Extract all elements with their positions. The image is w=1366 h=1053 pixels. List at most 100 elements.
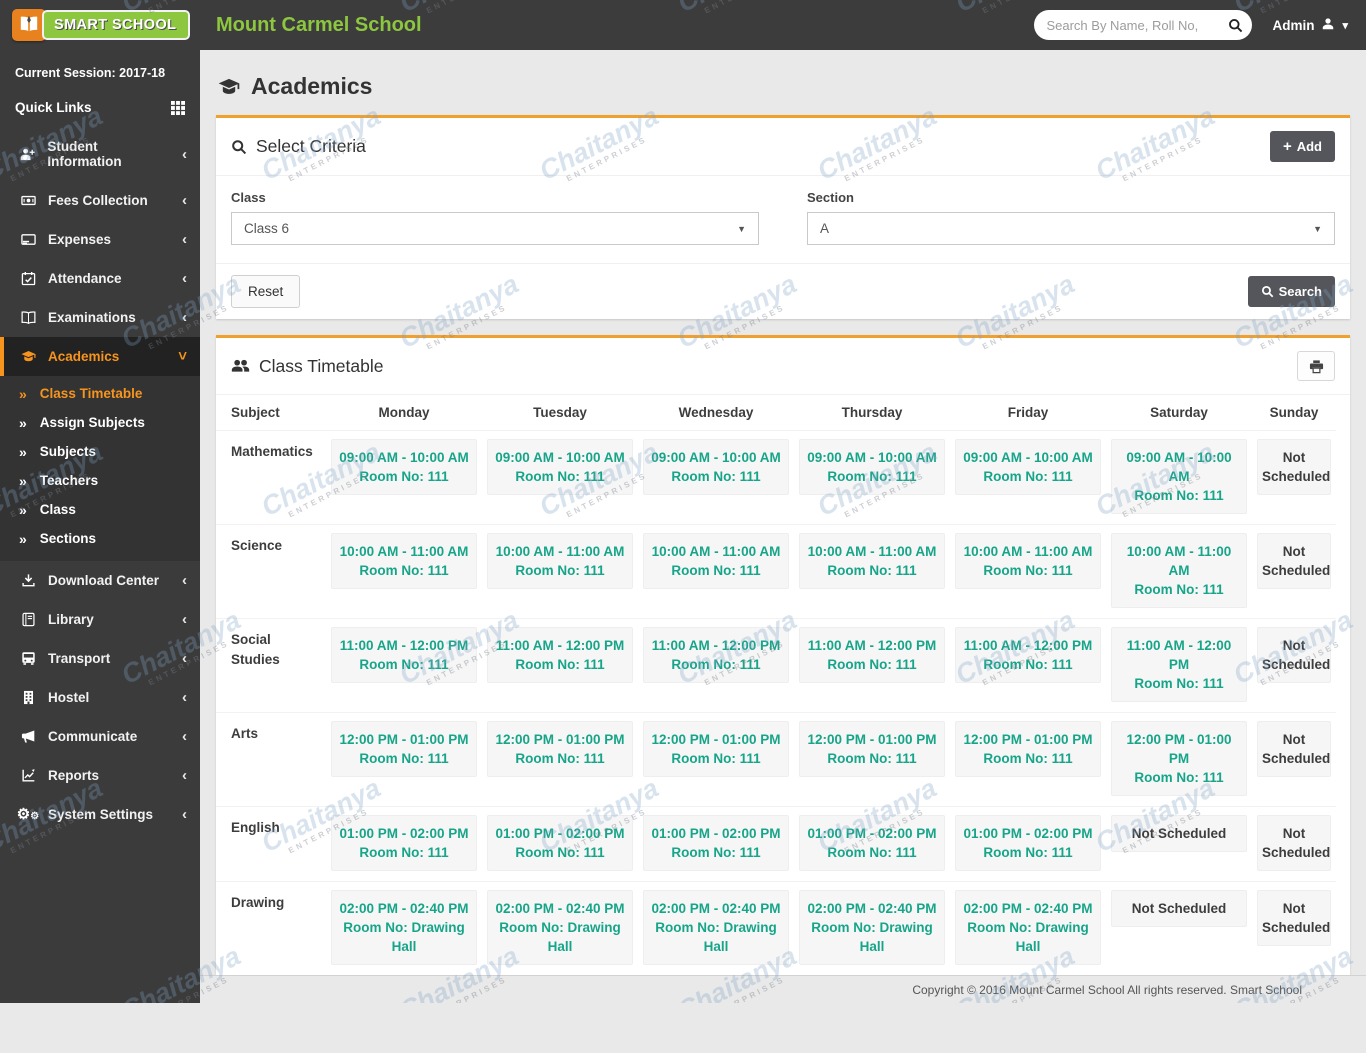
chevron-left-icon: ‹	[182, 573, 187, 588]
section-label: Section	[807, 190, 1335, 205]
chevron-left-icon: ‹	[182, 768, 187, 783]
sidebar-item-attendance[interactable]: Attendance‹	[0, 259, 200, 298]
sidebar-item-label: Hostel	[48, 690, 89, 705]
slot-room: Room No: 111	[960, 655, 1096, 674]
slot-room: Room No: 111	[648, 655, 784, 674]
page-title: Academics	[216, 60, 1350, 115]
quick-links[interactable]: Quick Links	[0, 88, 200, 127]
slot-room: Room No: 111	[1116, 486, 1242, 505]
slot-room: Room No: 111	[336, 561, 472, 580]
slot-room: Room No: 111	[1116, 580, 1242, 599]
double-angle-icon: »	[19, 445, 27, 459]
bus-icon	[19, 651, 37, 666]
slot-room: Room No: 111	[960, 561, 1096, 580]
table-row: Social Studies11:00 AM - 12:00 PMRoom No…	[216, 619, 1336, 713]
slot-room: Room No: 111	[492, 467, 628, 486]
sidebar-item-reports[interactable]: Reports‹	[0, 756, 200, 795]
chevron-left-icon: ‹	[182, 807, 187, 822]
slot-time: 11:00 AM - 12:00 PM	[960, 636, 1096, 655]
sidebar-item-transport[interactable]: Transport‹	[0, 639, 200, 678]
double-angle-icon: »	[19, 387, 27, 401]
timetable-slot: 11:00 AM - 12:00 PMRoom No: 111	[1111, 627, 1247, 702]
print-button[interactable]	[1297, 351, 1335, 381]
slot-room: Room No: 111	[492, 561, 628, 580]
slot-room: Room No: 111	[648, 467, 784, 486]
sidebar-item-system-settings[interactable]: ⚙⚙System Settings‹	[0, 795, 200, 834]
chart-line-icon	[19, 768, 37, 783]
criteria-title: Select Criteria	[256, 136, 366, 157]
slot-room: Room No: 111	[960, 843, 1096, 862]
table-row: English01:00 PM - 02:00 PMRoom No: 11101…	[216, 807, 1336, 882]
sidebar-item-download-center[interactable]: Download Center‹	[0, 561, 200, 600]
sidebar-subitem-teachers[interactable]: »Teachers	[0, 466, 200, 495]
sidebar-item-library[interactable]: Library‹	[0, 600, 200, 639]
current-session-label: Current Session: 2017-18	[0, 50, 200, 88]
sidebar-subitem-sections[interactable]: »Sections	[0, 524, 200, 553]
slot-room: Room No: Drawing Hall	[492, 918, 628, 956]
sidebar-item-hostel[interactable]: Hostel‹	[0, 678, 200, 717]
timetable-slot: 02:00 PM - 02:40 PMRoom No: Drawing Hall	[643, 890, 789, 965]
slot-room: Room No: 111	[336, 749, 472, 768]
user-icon	[1321, 17, 1335, 34]
reset-button[interactable]: Reset	[231, 275, 300, 308]
sidebar-item-academics[interactable]: Academics˅	[0, 337, 200, 376]
sidebar-subitem-class[interactable]: »Class	[0, 495, 200, 524]
timetable-table: SubjectMondayTuesdayWednesdayThursdayFri…	[216, 395, 1336, 975]
subject-cell: English	[216, 807, 326, 882]
slot-time: 09:00 AM - 10:00 AM	[648, 448, 784, 467]
sidebar-subitem-class-timetable[interactable]: » Class Timetable	[0, 379, 200, 408]
sidebar-subitem-label: Class Timetable	[40, 386, 143, 401]
gear-icon: ⚙⚙	[19, 807, 37, 822]
sidebar-item-examinations[interactable]: Examinations‹	[0, 298, 200, 337]
subject-cell: Social Studies	[216, 619, 326, 713]
sidebar-subitem-subjects[interactable]: »Subjects	[0, 437, 200, 466]
timetable-slot: 10:00 AM - 11:00 AMRoom No: 111	[331, 533, 477, 589]
add-button[interactable]: +Add	[1270, 131, 1335, 162]
search-input[interactable]	[1046, 18, 1222, 33]
app-logo[interactable]: SMART SCHOOL	[0, 9, 200, 41]
slot-time: 11:00 AM - 12:00 PM	[492, 636, 628, 655]
slot-room: Room No: 111	[804, 561, 940, 580]
chevron-down-icon: ˅	[178, 349, 187, 364]
school-name-title: Mount Carmel School	[216, 14, 422, 37]
timetable-header-row: SubjectMondayTuesdayWednesdayThursdayFri…	[216, 395, 1336, 431]
table-row: Arts12:00 PM - 01:00 PMRoom No: 11112:00…	[216, 713, 1336, 807]
timetable-slot: 01:00 PM - 02:00 PMRoom No: 111	[955, 815, 1101, 871]
timetable-slot: 09:00 AM - 10:00 AMRoom No: 111	[643, 439, 789, 495]
search-button[interactable]: Search	[1248, 276, 1335, 307]
sidebar-item-student-information[interactable]: Student Information‹	[0, 127, 200, 181]
sidebar-item-communicate[interactable]: Communicate‹	[0, 717, 200, 756]
sidebar-item-expenses[interactable]: Expenses‹	[0, 220, 200, 259]
subject-cell: Science	[216, 525, 326, 619]
graduation-cap-icon	[218, 76, 240, 98]
slot-time: 09:00 AM - 10:00 AM	[804, 448, 940, 467]
col-header-sunday: Sunday	[1252, 395, 1336, 431]
slot-time: 12:00 PM - 01:00 PM	[492, 730, 628, 749]
calendar-check-icon	[19, 271, 37, 286]
admin-menu[interactable]: Admin ▾	[1272, 17, 1348, 34]
slot-room: Room No: 111	[1116, 674, 1242, 693]
timetable-slot: 12:00 PM - 01:00 PMRoom No: 111	[643, 721, 789, 777]
sidebar-item-label: Transport	[48, 651, 110, 666]
slot-time: 02:00 PM - 02:40 PM	[648, 899, 784, 918]
timetable-slot: 09:00 AM - 10:00 AMRoom No: 111	[955, 439, 1101, 495]
timetable-slot-empty: Not Scheduled	[1257, 627, 1331, 683]
slot-time: 10:00 AM - 11:00 AM	[1116, 542, 1242, 580]
class-select[interactable]: Class 6 ▼	[231, 212, 759, 245]
search-icon[interactable]	[1228, 18, 1243, 33]
sidebar-subitem-assign-subjects[interactable]: »Assign Subjects	[0, 408, 200, 437]
sidebar-item-fees-collection[interactable]: Fees Collection‹	[0, 181, 200, 220]
book-icon	[19, 612, 37, 627]
slot-room: Room No: 111	[804, 467, 940, 486]
sidebar-item-label: Fees Collection	[48, 193, 148, 208]
slot-room: Room No: Drawing Hall	[648, 918, 784, 956]
double-angle-icon: »	[19, 503, 27, 517]
timetable-slot: 11:00 AM - 12:00 PMRoom No: 111	[487, 627, 633, 683]
slot-room: Room No: 111	[492, 843, 628, 862]
section-select[interactable]: A ▼	[807, 212, 1335, 245]
chevron-left-icon: ‹	[182, 729, 187, 744]
sidebar-item-label: Library	[48, 612, 94, 627]
slot-time: 09:00 AM - 10:00 AM	[492, 448, 628, 467]
slot-time: 11:00 AM - 12:00 PM	[336, 636, 472, 655]
global-search	[1034, 10, 1252, 40]
